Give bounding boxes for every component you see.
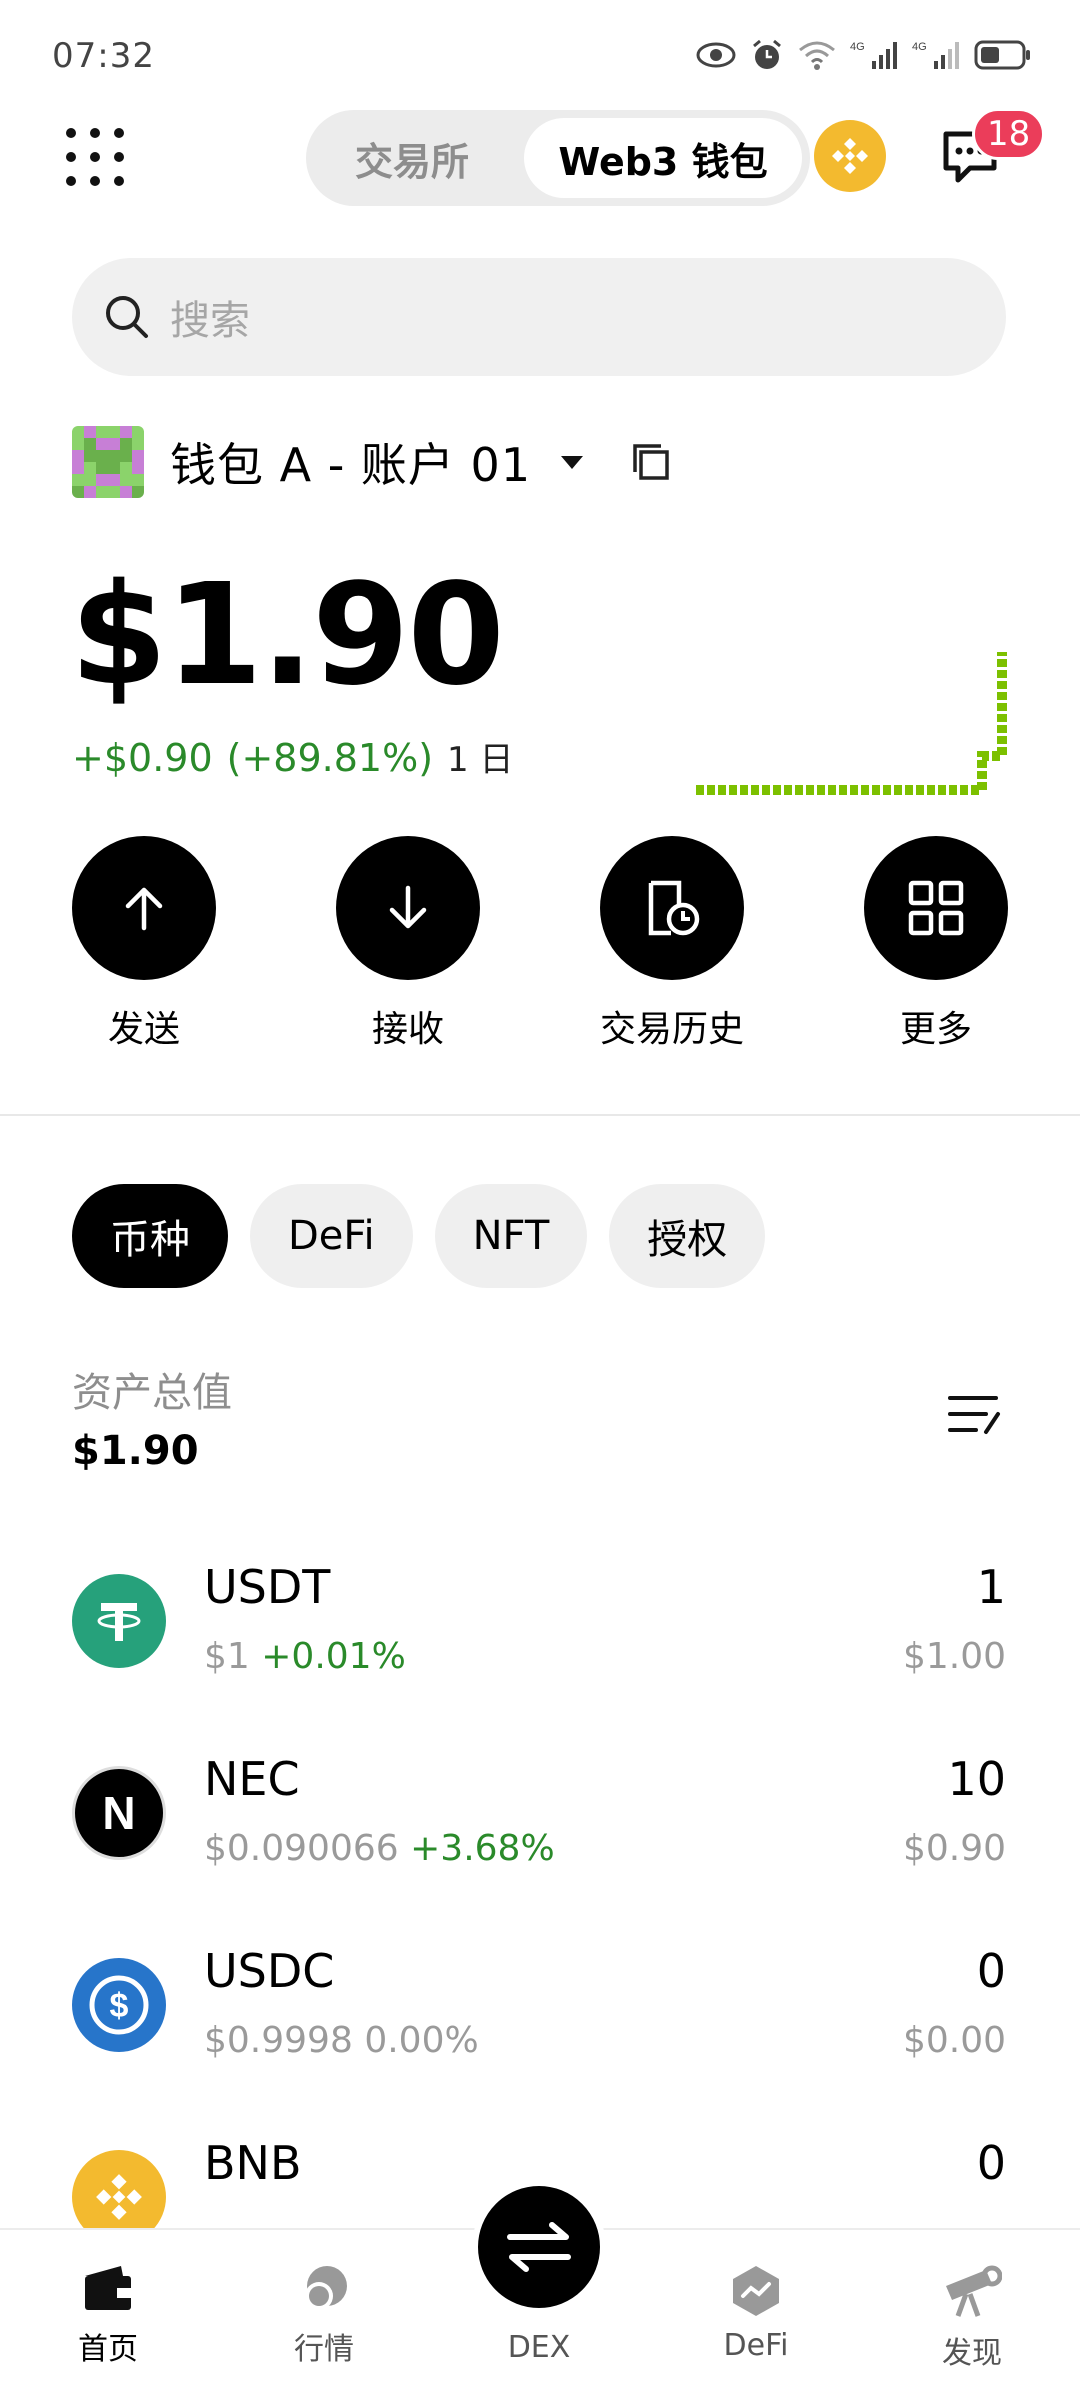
total-assets-label: 资产总值	[72, 1370, 232, 1416]
receive-label: 接收	[371, 1009, 444, 1050]
total-assets-value: $1.90	[72, 1428, 199, 1474]
wifi-icon	[799, 41, 835, 70]
tab-web3-wallet[interactable]: Web3 钱包	[524, 118, 802, 198]
search-icon	[106, 296, 148, 338]
sort-icon[interactable]	[946, 1392, 1002, 1440]
token-row-usdt[interactable]: USDT $1 +0.01% 1 $1.00	[0, 1560, 1080, 1752]
eye-icon	[696, 42, 736, 68]
bnb-chain-icon[interactable]	[814, 120, 886, 192]
tab-defi[interactable]: DeFi	[250, 1184, 413, 1288]
nav-dex-label[interactable]: DEX	[472, 2330, 606, 2365]
telescope-icon	[946, 2265, 1002, 2317]
more-button[interactable]: 更多	[836, 836, 1036, 1052]
section-divider	[0, 1114, 1080, 1116]
token-symbol: USDT	[204, 1560, 331, 1614]
nav-defi[interactable]: DeFi	[686, 2264, 826, 2363]
market-icon	[305, 2266, 347, 2310]
history-label: 交易历史	[599, 1009, 744, 1050]
token-symbol: NEC	[204, 1752, 300, 1806]
token-price: $0.090066 +3.68%	[204, 1828, 555, 1869]
nav-home-label: 首页	[78, 2332, 138, 2367]
top-nav: 交易所 Web3 钱包 18	[0, 108, 1080, 208]
copy-icon[interactable]	[631, 442, 671, 482]
token-value: $0.90	[902, 1828, 1006, 1869]
token-row-nec[interactable]: N NEC $0.090066 +3.68% 10 $0.90	[0, 1752, 1080, 1944]
total-balance: $1.90	[70, 554, 505, 717]
battery-icon	[974, 40, 1030, 70]
menu-grid-icon[interactable]	[66, 128, 126, 188]
nav-market[interactable]: 行情	[254, 2264, 394, 2368]
mode-switcher: 交易所 Web3 钱包	[306, 110, 810, 206]
usdt-icon	[72, 1574, 166, 1668]
receive-button[interactable]: 接收	[308, 836, 508, 1052]
token-quantity: 1	[976, 1560, 1006, 1614]
wallet-avatar	[72, 426, 144, 498]
notification-badge: 18	[972, 108, 1046, 160]
token-symbol: USDC	[204, 1944, 335, 1998]
tab-exchange[interactable]: 交易所	[322, 118, 502, 198]
alarm-icon	[753, 39, 781, 69]
token-quantity: 10	[947, 1752, 1006, 1806]
quick-actions: 发送 接收 交易历史 更多	[0, 836, 1080, 1056]
nav-home[interactable]: 首页	[38, 2264, 178, 2368]
status-icons: 4G 4G	[696, 38, 1032, 72]
token-value: $1.00	[902, 1636, 1006, 1677]
nav-discover[interactable]: 发现	[902, 2264, 1042, 2372]
nav-market-label: 行情	[294, 2332, 354, 2367]
search-placeholder: 搜索	[170, 298, 250, 344]
tab-nft[interactable]: NFT	[434, 1184, 588, 1288]
balance-sparkline	[696, 652, 1007, 795]
arrow-up-icon	[72, 836, 216, 980]
nav-discover-label: 发现	[942, 2336, 1002, 2371]
tab-tokens[interactable]: 币种	[72, 1184, 228, 1288]
token-price: $1 +0.01%	[204, 1636, 406, 1677]
usdc-icon: $	[72, 1958, 166, 2052]
token-quantity: 0	[976, 1944, 1006, 1998]
asset-tabs: 币种 DeFi NFT 授权	[72, 1184, 766, 1288]
wallet-name: 钱包 A - 账户 01	[170, 438, 532, 492]
svg-text:$: $	[110, 1987, 129, 2025]
more-label: 更多	[899, 1009, 972, 1050]
svg-text:4G: 4G	[912, 41, 927, 53]
change-percent: (+89.81%)	[226, 736, 434, 780]
send-button[interactable]: 发送	[44, 836, 244, 1052]
nec-icon: N	[72, 1766, 166, 1860]
wallet-selector[interactable]: 钱包 A - 账户 01	[72, 424, 671, 500]
token-row-usdc[interactable]: $ USDC $0.9998 0.00% 0 $0.00	[0, 1944, 1080, 2136]
signal-icon: 4G	[850, 41, 897, 69]
defi-icon	[733, 2266, 779, 2316]
signal-icon-2: 4G	[912, 41, 959, 69]
history-button[interactable]: 交易历史	[572, 836, 772, 1052]
token-price: $0.9998 0.00%	[204, 2020, 479, 2061]
history-icon	[600, 836, 744, 980]
grid-icon	[864, 836, 1008, 980]
send-label: 发送	[107, 1009, 180, 1050]
status-time: 07:32	[52, 36, 155, 76]
token-value: $0.00	[902, 2020, 1006, 2061]
token-symbol: BNB	[204, 2136, 302, 2190]
chevron-down-icon[interactable]	[561, 455, 584, 469]
token-quantity: 0	[976, 2136, 1006, 2190]
status-bar: 07:32 4G 4G	[0, 0, 1080, 110]
dex-swap-button[interactable]	[472, 2180, 606, 2314]
search-bar[interactable]: 搜索	[72, 258, 1006, 376]
change-period: 1 日	[447, 740, 514, 780]
tab-approvals[interactable]: 授权	[609, 1184, 766, 1288]
change-amount: +$0.90	[72, 736, 213, 780]
balance-change: +$0.90 (+89.81%) 1 日	[72, 732, 513, 781]
nav-defi-label: DeFi	[723, 2328, 789, 2363]
svg-text:4G: 4G	[850, 41, 865, 53]
arrow-down-icon	[336, 836, 480, 980]
wallet-icon	[85, 2266, 131, 2310]
swap-icon	[507, 2222, 571, 2272]
